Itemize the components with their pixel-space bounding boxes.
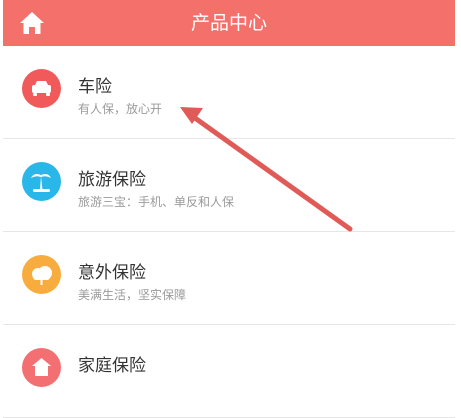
app-header: 产品中心 bbox=[3, 0, 455, 46]
car-icon bbox=[22, 69, 61, 108]
product-subtitle: 美满生活，坚实保障 bbox=[78, 288, 187, 302]
product-subtitle: 旅游三宝：手机、单反和人保 bbox=[78, 195, 235, 209]
product-list: 车险 有人保，放心开 旅游保险 旅游三宝：手机、单反和人保 意外保险 美满生活，… bbox=[3, 46, 455, 418]
product-title: 家庭保险 bbox=[78, 356, 146, 376]
product-item-accident-insurance[interactable]: 意外保险 美满生活，坚实保障 bbox=[3, 232, 455, 325]
house-icon bbox=[22, 348, 61, 387]
product-item-home-insurance[interactable]: 家庭保险 bbox=[3, 325, 455, 418]
palm-tree-icon bbox=[22, 162, 61, 201]
product-title: 意外保险 bbox=[78, 263, 146, 283]
product-subtitle: 有人保，放心开 bbox=[78, 102, 163, 116]
page-title: 产品中心 bbox=[190, 12, 267, 34]
product-title: 旅游保险 bbox=[78, 170, 146, 190]
umbrella-icon bbox=[22, 255, 61, 294]
product-item-car-insurance[interactable]: 车险 有人保，放心开 bbox=[3, 46, 455, 139]
product-title: 车险 bbox=[78, 77, 112, 97]
product-item-travel-insurance[interactable]: 旅游保险 旅游三宝：手机、单反和人保 bbox=[3, 139, 455, 232]
